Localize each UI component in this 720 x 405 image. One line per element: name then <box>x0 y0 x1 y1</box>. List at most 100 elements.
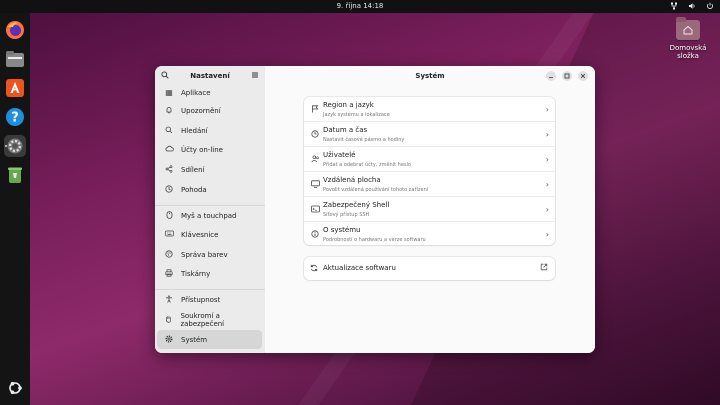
sidebar-item-sprava-barev[interactable]: Správa barev <box>157 245 262 264</box>
sidebar-item-label: Správa barev <box>181 250 228 259</box>
sidebar-item-mys-touchpad[interactable]: Myš a touchpad <box>157 206 262 225</box>
gear-icon <box>163 335 175 345</box>
row-zabezpeceny-shell[interactable]: Zabezpečený Shell Síťový přístup SSH › <box>304 197 555 222</box>
refresh-icon <box>310 264 318 274</box>
volume-icon <box>688 2 696 12</box>
row-subtitle: Síťový přístup SSH <box>323 212 370 218</box>
sidebar-item-label: Myš a touchpad <box>181 211 237 220</box>
content-pane: Systém Region a jazyk Jazyk systému a lo… <box>265 66 595 353</box>
sidebar-item-label: Upozornění <box>181 106 221 115</box>
apps-icon: ▦ <box>165 88 173 97</box>
sidebar-item-pristupnost[interactable]: Přístupnost <box>157 290 262 309</box>
bell-icon <box>163 106 175 116</box>
sidebar-item-aplikace[interactable]: ▦ Aplikace <box>157 83 262 102</box>
row-title: Vzdálená plocha <box>323 176 381 184</box>
power-icon <box>706 2 714 12</box>
firefox-icon[interactable] <box>4 19 26 41</box>
mouse-icon <box>163 210 175 221</box>
settings-icon[interactable] <box>4 135 26 157</box>
dock: ? <box>0 13 30 405</box>
row-aktualizace-softwaru[interactable]: Aktualizace softwaru <box>304 257 555 280</box>
sidebar-item-label: Systém <box>181 335 208 344</box>
sidebar-item-klavesnice[interactable]: Klávesnice <box>157 225 262 244</box>
sidebar-item-hledani[interactable]: Hledání <box>157 121 262 140</box>
home-folder-label: Domovská složka <box>669 44 707 60</box>
sidebar-item-label: Účty on-line <box>181 145 223 154</box>
chevron-right-icon: › <box>545 230 549 239</box>
flag-icon <box>310 105 320 115</box>
row-title: Uživatelé <box>323 151 356 159</box>
sidebar-item-tiskarny[interactable]: Tiskárny <box>157 264 262 283</box>
sidebar-item-label: Přístupnost <box>181 295 221 304</box>
top-bar: 9. října 14:18 <box>0 0 720 13</box>
row-subtitle: Přidat a odebrat účty, změnit heslo <box>323 162 411 168</box>
maximize-button[interactable] <box>562 71 572 81</box>
sidebar-item-sdileni[interactable]: Sdílení <box>157 160 262 179</box>
sidebar-item-soukromi-zabezpeceni[interactable]: Soukromí a zabezpečení <box>157 310 262 329</box>
accessibility-icon <box>163 294 175 305</box>
info-icon <box>310 230 320 240</box>
chevron-right-icon: › <box>545 105 549 114</box>
chevron-right-icon: › <box>545 155 549 164</box>
ubuntu-logo-icon[interactable] <box>4 377 26 399</box>
minimize-button[interactable] <box>546 71 556 81</box>
home-folder-icon <box>676 17 700 40</box>
help-icon[interactable]: ? <box>4 106 26 128</box>
monitor-icon <box>310 180 320 190</box>
row-uzivatele[interactable]: Uživatelé Přidat a odebrat účty, změnit … <box>304 147 555 172</box>
cloud-icon <box>163 145 175 154</box>
chevron-right-icon: › <box>545 130 549 139</box>
settings-window: Nastavení ▦ Aplikace Upozornění Hledání <box>155 66 595 353</box>
keyboard-icon <box>163 230 175 239</box>
app-center-icon[interactable] <box>4 77 26 99</box>
chevron-right-icon: › <box>545 180 549 189</box>
sidebar-item-ucty-online[interactable]: Účty on-line <box>157 140 262 159</box>
row-datum-cas[interactable]: Datum a čas Nastavit časové pásmo a hodi… <box>304 122 555 147</box>
users-icon <box>310 155 320 165</box>
sidebar-item-pohoda[interactable]: Pohoda <box>157 180 262 199</box>
network-icon <box>670 2 678 12</box>
settings-sidebar: Nastavení ▦ Aplikace Upozornění Hledání <box>155 66 265 353</box>
sidebar-item-label: Klávesnice <box>181 230 219 239</box>
share-icon <box>163 164 175 175</box>
wellbeing-icon <box>163 184 175 195</box>
row-title: Aktualizace softwaru <box>323 264 396 272</box>
row-title: Datum a čas <box>323 126 368 134</box>
search-icon <box>163 126 175 136</box>
row-subtitle: Nastavit časové pásmo a hodiny <box>323 137 405 143</box>
sidebar-item-label: Aplikace <box>181 88 211 97</box>
color-icon <box>163 249 175 260</box>
row-subtitle: Jazyk systému a lokalizace <box>323 112 390 118</box>
system-settings-list: Region a jazyk Jazyk systému a lokalizac… <box>304 97 555 245</box>
system-tray[interactable] <box>670 2 714 12</box>
sidebar-item-system[interactable]: Systém <box>157 330 262 349</box>
sidebar-item-label: Tiskárny <box>181 269 211 278</box>
row-vzdalena-plocha[interactable]: Vzdálená plocha Povolit vzdálená používá… <box>304 172 555 197</box>
row-title: O systému <box>323 226 361 234</box>
close-button[interactable] <box>578 71 588 81</box>
menu-icon[interactable] <box>251 71 259 81</box>
terminal-icon <box>310 205 320 215</box>
files-icon[interactable] <box>4 48 26 70</box>
sidebar-item-upozorneni[interactable]: Upozornění <box>157 101 262 120</box>
row-title: Zabezpečený Shell <box>323 201 390 209</box>
row-subtitle: Povolit vzdálená používání tohoto zaříze… <box>323 187 429 193</box>
hand-icon <box>163 315 174 325</box>
row-title: Region a jazyk <box>323 101 374 109</box>
chevron-right-icon: › <box>545 205 549 214</box>
row-subtitle: Podrobnosti o hardwaru a verze softwaru <box>323 237 426 243</box>
row-o-systemu[interactable]: O systému Podrobnosti o hardwaru a verze… <box>304 222 555 245</box>
sidebar-item-label: Hledání <box>181 126 208 135</box>
clock-icon <box>310 130 320 140</box>
clock[interactable]: 9. října 14:18 <box>0 2 720 10</box>
external-link-icon <box>540 263 548 273</box>
sidebar-item-label: Sdílení <box>181 165 205 174</box>
printer-icon <box>163 268 175 279</box>
trash-icon[interactable] <box>4 164 26 186</box>
sidebar-title: Nastavení <box>190 72 230 80</box>
home-folder-desktop-icon[interactable]: Domovská složka <box>663 17 713 60</box>
sidebar-item-label: Soukromí a zabezpečení <box>180 311 225 328</box>
sidebar-item-label: Pohoda <box>181 185 207 194</box>
row-region-jazyk[interactable]: Region a jazyk Jazyk systému a lokalizac… <box>304 97 555 122</box>
svg-text:?: ? <box>11 111 19 126</box>
